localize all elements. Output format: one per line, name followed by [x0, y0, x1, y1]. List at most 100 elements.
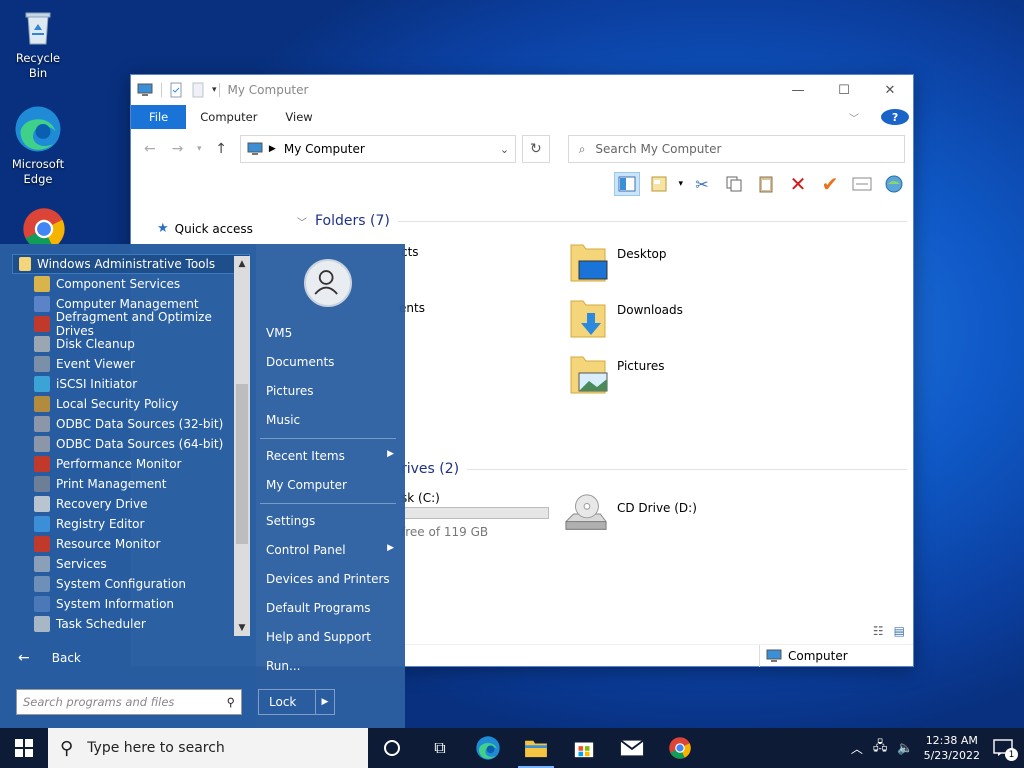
- quick-access-item[interactable]: ★ Quick access: [157, 221, 253, 236]
- program-item[interactable]: System Configuration: [12, 574, 250, 594]
- forward-arrow-icon[interactable]: →: [167, 141, 189, 157]
- lock-button[interactable]: Lock ▶: [258, 689, 335, 715]
- taskbar-chrome[interactable]: [656, 728, 704, 768]
- program-item[interactable]: Services: [12, 554, 250, 574]
- address-bar[interactable]: ▶ My Computer ⌄: [239, 135, 517, 163]
- delete-icon[interactable]: ✕: [785, 172, 811, 196]
- folder-windows-administrative-tools[interactable]: Windows Administrative Tools: [12, 254, 250, 274]
- cortana-button[interactable]: [368, 728, 416, 768]
- taskbar-search-box[interactable]: ⚲ Type here to search: [48, 728, 368, 768]
- program-item[interactable]: Resource Monitor: [12, 534, 250, 554]
- drive-d[interactable]: CD Drive (D:): [563, 493, 697, 535]
- rename-check-icon[interactable]: ✔: [817, 172, 843, 196]
- expand-ribbon-icon[interactable]: ﹀: [835, 110, 873, 125]
- program-item[interactable]: Task Scheduler: [12, 614, 250, 634]
- up-arrow-icon[interactable]: ↑: [210, 141, 232, 157]
- start-item-help-support[interactable]: Help and Support: [266, 630, 394, 644]
- copy-icon[interactable]: [721, 172, 747, 196]
- drives-header-label: rives (2): [401, 461, 460, 477]
- taskbar-edge[interactable]: [464, 728, 512, 768]
- tab-view[interactable]: View: [271, 105, 326, 129]
- folder-pictures[interactable]: Pictures: [567, 353, 665, 397]
- volume-icon[interactable]: 🔈: [897, 741, 913, 756]
- help-icon[interactable]: ?: [881, 109, 909, 125]
- refresh-button[interactable]: ↻: [522, 135, 550, 163]
- scroll-thumb[interactable]: [236, 384, 248, 544]
- command-toolbar: ▾ ✂ ✕ ✔: [131, 169, 913, 199]
- desktop-icon-edge[interactable]: Microsoft Edge: [6, 104, 70, 187]
- start-item-default-programs[interactable]: Default Programs: [266, 601, 394, 615]
- back-arrow-icon[interactable]: ←: [139, 141, 161, 157]
- paste-icon[interactable]: [753, 172, 779, 196]
- start-item-my-computer[interactable]: My Computer: [266, 478, 394, 492]
- close-button[interactable]: ✕: [867, 75, 913, 105]
- maximize-button[interactable]: ☐: [821, 75, 867, 105]
- program-item[interactable]: Print Management: [12, 474, 250, 494]
- program-item[interactable]: ODBC Data Sources (32-bit): [12, 414, 250, 434]
- search-input[interactable]: ⌕ Search My Computer: [567, 135, 906, 163]
- customize-toolbar-icon[interactable]: ▾: [212, 85, 217, 95]
- clock[interactable]: 12:38 AM 5/23/2022: [924, 733, 980, 763]
- minimize-button[interactable]: —: [775, 75, 821, 105]
- properties-icon[interactable]: [168, 82, 184, 98]
- program-item[interactable]: ODBC Data Sources (64-bit): [12, 434, 250, 454]
- breadcrumb-arrow-icon[interactable]: ▶: [269, 144, 276, 154]
- network-globe-icon[interactable]: [881, 172, 907, 196]
- programs-list: Windows Administrative Tools Component S…: [12, 254, 250, 640]
- programs-scrollbar[interactable]: ▲ ▼: [234, 256, 250, 636]
- start-search-input[interactable]: Search programs and files ⚲: [16, 689, 242, 715]
- program-item[interactable]: iSCSI Initiator: [12, 374, 250, 394]
- start-item-devices-printers[interactable]: Devices and Printers: [266, 572, 394, 586]
- layout-dropdown-icon[interactable]: ▾: [678, 179, 683, 189]
- start-button[interactable]: [0, 728, 48, 768]
- preview-pane-icon[interactable]: [614, 172, 641, 196]
- address-dropdown-icon[interactable]: ⌄: [500, 143, 509, 156]
- program-item[interactable]: Recovery Drive: [12, 494, 250, 514]
- start-item-settings[interactable]: Settings: [266, 514, 394, 528]
- back-button[interactable]: ← Back: [18, 650, 81, 666]
- network-icon[interactable]: 🖧: [873, 737, 888, 759]
- start-item-pictures[interactable]: Pictures: [266, 384, 394, 398]
- cut-icon[interactable]: ✂: [689, 172, 715, 196]
- folders-section-header[interactable]: ﹀ Folders (7): [297, 213, 907, 229]
- show-hidden-icons-icon[interactable]: ︿: [851, 740, 863, 757]
- power-options-arrow-icon[interactable]: ▶: [315, 690, 334, 714]
- details-view-icon[interactable]: ☷: [873, 624, 884, 638]
- drive-c[interactable]: sk (C:) free of 119 GB: [401, 491, 549, 539]
- recent-locations-icon[interactable]: ▾: [194, 144, 204, 154]
- folder-downloads[interactable]: Downloads: [567, 297, 683, 341]
- folder-desktop[interactable]: Desktop: [567, 241, 667, 285]
- start-item-run[interactable]: Run...: [266, 659, 394, 673]
- tab-computer[interactable]: Computer: [186, 105, 271, 129]
- new-folder-icon[interactable]: [190, 82, 206, 98]
- large-icons-view-icon[interactable]: ▤: [894, 624, 905, 638]
- start-item-control-panel[interactable]: Control Panel ▶: [266, 543, 394, 557]
- taskbar-mail[interactable]: [608, 728, 656, 768]
- program-label: Recovery Drive: [56, 497, 148, 511]
- tab-file[interactable]: File: [131, 105, 187, 129]
- mail-icon: [620, 739, 644, 756]
- program-item[interactable]: Performance Monitor: [12, 454, 250, 474]
- taskbar-file-explorer[interactable]: [512, 728, 560, 768]
- program-item[interactable]: Registry Editor: [12, 514, 250, 534]
- program-item[interactable]: Event Viewer: [12, 354, 250, 374]
- user-avatar[interactable]: [304, 259, 352, 307]
- start-item-music[interactable]: Music: [266, 413, 394, 427]
- start-item-user[interactable]: VM5: [266, 326, 394, 340]
- program-item[interactable]: Local Security Policy: [12, 394, 250, 414]
- program-item[interactable]: Component Services: [12, 274, 250, 294]
- start-item-documents[interactable]: Documents: [266, 355, 394, 369]
- layout-icon[interactable]: [646, 172, 672, 196]
- program-icon: [34, 396, 50, 412]
- scroll-down-icon[interactable]: ▼: [234, 620, 250, 636]
- program-item[interactable]: System Information: [12, 594, 250, 614]
- notification-center-button[interactable]: 1: [990, 735, 1018, 761]
- scroll-up-icon[interactable]: ▲: [234, 256, 250, 272]
- program-item[interactable]: Defragment and Optimize Drives: [12, 310, 250, 338]
- drives-section-header[interactable]: rives (2): [401, 461, 907, 477]
- taskbar-store[interactable]: [560, 728, 608, 768]
- task-view-button[interactable]: ⧉: [416, 728, 464, 768]
- start-item-recent-items[interactable]: Recent Items ▶: [266, 449, 394, 463]
- desktop-icon-recycle-bin[interactable]: Recycle Bin: [6, 8, 70, 81]
- properties-icon[interactable]: [849, 172, 875, 196]
